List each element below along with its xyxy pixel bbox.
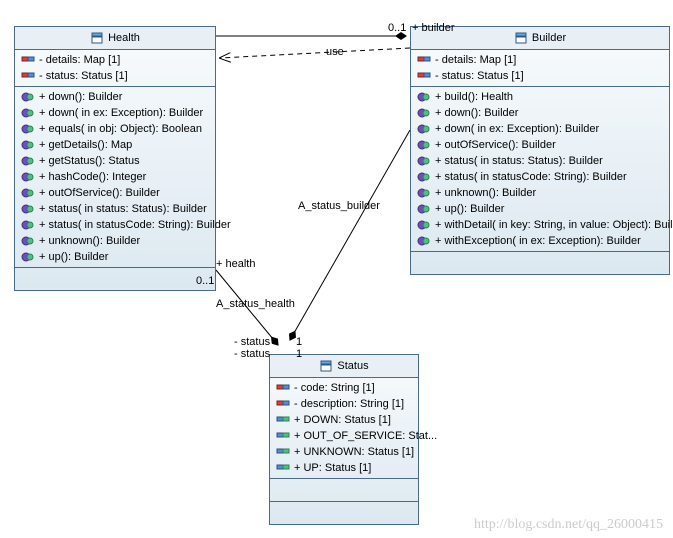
op-icon [417, 154, 431, 168]
op-icon [417, 234, 431, 248]
op-icon [21, 154, 35, 168]
op-icon [417, 202, 431, 216]
op-icon [21, 202, 35, 216]
operations: + build(): Health + down(): Builder + do… [411, 87, 669, 252]
class-header: Status [270, 355, 418, 378]
label-mult1a: 1 [296, 336, 302, 348]
label-use: use [326, 46, 344, 58]
empty [411, 252, 669, 274]
label-a-status-builder: A_status_builder [298, 200, 380, 212]
label-status-role2: - status [234, 348, 270, 360]
empty [270, 502, 418, 524]
op-icon [417, 186, 431, 200]
op-icon [21, 218, 35, 232]
op-icon [21, 186, 35, 200]
op-icon [417, 218, 431, 232]
label-mult01-b: 0..1 [196, 275, 214, 287]
op-icon [21, 122, 35, 136]
class-builder: Builder - details: Map [1] - status: Sta… [410, 26, 670, 275]
class-name: Status [337, 360, 368, 372]
class-name: Builder [532, 32, 566, 44]
op-icon [21, 106, 35, 120]
op-icon [21, 234, 35, 248]
class-icon [90, 31, 104, 45]
label-builder-role: + builder [412, 22, 455, 34]
op-icon [21, 138, 35, 152]
attr-pub-icon [276, 445, 290, 459]
empty [15, 268, 215, 290]
op-icon [21, 170, 35, 184]
class-icon [514, 31, 528, 45]
label-mult01: 0..1 [388, 22, 406, 34]
attributes: - code: String [1] - description: String… [270, 378, 418, 479]
label-a-status-health: A_status_health [216, 298, 295, 310]
attr-pub-icon [276, 413, 290, 427]
class-status: Status - code: String [1] - description:… [269, 354, 419, 525]
op-icon [417, 138, 431, 152]
attr-icon [21, 69, 35, 83]
label-health-role: + health [216, 258, 255, 270]
op-icon [417, 106, 431, 120]
attr-icon [276, 381, 290, 395]
empty [270, 479, 418, 502]
op-icon [21, 250, 35, 264]
attr-pub-icon [276, 429, 290, 443]
operations: + down(): Builder + down( in ex: Excepti… [15, 87, 215, 268]
op-icon [417, 122, 431, 136]
op-icon [21, 90, 35, 104]
attributes: - details: Map [1] - status: Status [1] [411, 50, 669, 87]
label-status-role1: - status [234, 336, 270, 348]
label-mult1b: 1 [296, 348, 302, 360]
class-icon [319, 359, 333, 373]
watermark: http://blog.csdn.net/qq_26000415 [474, 517, 663, 533]
class-header: Health [15, 27, 215, 50]
attr-icon [21, 53, 35, 67]
class-name: Health [108, 32, 140, 44]
attr-icon [417, 69, 431, 83]
attr-icon [417, 53, 431, 67]
class-health: Health - details: Map [1] - status: Stat… [14, 26, 216, 291]
attr-icon [276, 397, 290, 411]
attributes: - details: Map [1] - status: Status [1] [15, 50, 215, 87]
op-icon [417, 170, 431, 184]
attr-pub-icon [276, 461, 290, 475]
op-icon [417, 90, 431, 104]
